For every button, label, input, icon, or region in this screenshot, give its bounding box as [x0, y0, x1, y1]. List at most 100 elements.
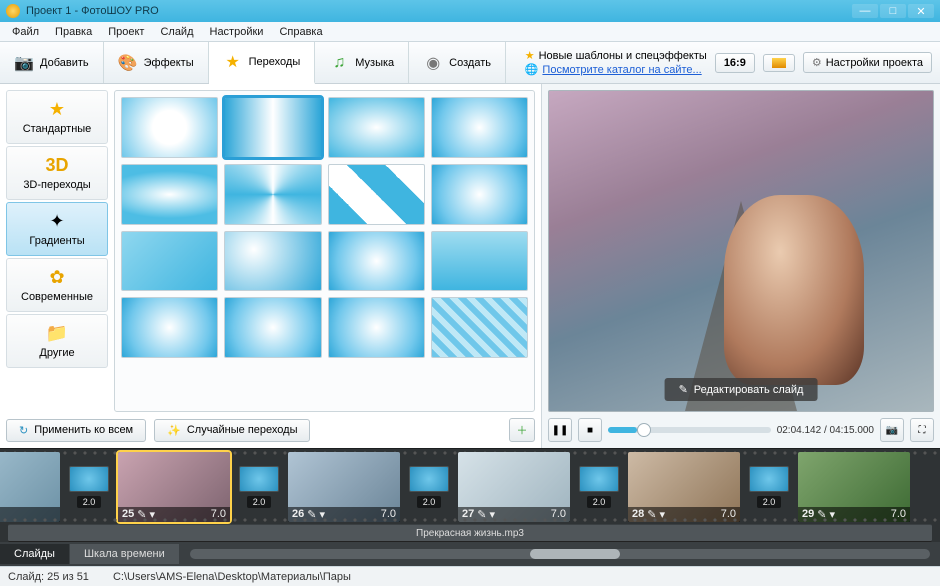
slide-duration: 7.0 — [381, 508, 396, 520]
slide-number: 29 — [802, 508, 814, 520]
transition-grid[interactable] — [114, 90, 535, 412]
timeline-slide[interactable]: 26✎▾7.0 — [288, 452, 400, 522]
aspect-ratio-label: 16:9 — [724, 57, 746, 69]
tab-music[interactable]: ♫ Музыка — [315, 42, 409, 83]
transition-duration: 2.0 — [757, 496, 782, 508]
timeline-slide[interactable]: 27✎▾7.0 — [458, 452, 570, 522]
transition-thumb[interactable] — [121, 297, 218, 358]
progress-knob[interactable] — [637, 423, 651, 437]
preview-viewport[interactable]: ✎ Редактировать слайд — [548, 90, 934, 412]
palette-icon: 🎨 — [118, 53, 138, 73]
tab-add-label: Добавить — [40, 57, 89, 69]
apply-all-button[interactable]: ↻ Применить ко всем — [6, 419, 146, 442]
tab-add[interactable]: 📷 Добавить — [0, 42, 104, 83]
audio-track[interactable]: Прекрасная жизнь.mp3 — [8, 524, 932, 542]
preview-panel: ✎ Редактировать слайд ❚❚ ■ 02:04.142 / 0… — [542, 84, 940, 448]
transition-thumb[interactable] — [431, 97, 528, 158]
maximize-button[interactable]: □ — [880, 4, 906, 18]
category-gradients[interactable]: ✦ Градиенты — [6, 202, 108, 256]
edit-slide-button[interactable]: ✎ Редактировать слайд — [665, 378, 818, 401]
transition-thumb[interactable] — [328, 231, 425, 292]
timeline-slide[interactable]: 25✎▾7.0 — [118, 452, 230, 522]
edit-slide-label: Редактировать слайд — [694, 384, 804, 396]
slide-number: 26 — [292, 508, 304, 520]
menu-settings[interactable]: Настройки — [202, 24, 272, 40]
slide-number: 27 — [462, 508, 474, 520]
tab-slides-mode[interactable]: Слайды — [0, 544, 69, 564]
random-transitions-label: Случайные переходы — [187, 424, 298, 436]
category-3d[interactable]: 3D 3D-переходы — [6, 146, 108, 200]
tab-effects[interactable]: 🎨 Эффекты — [104, 42, 209, 83]
menu-edit[interactable]: Правка — [47, 24, 100, 40]
fullscreen-button[interactable]: ⛶ — [910, 418, 934, 442]
display-mode-button[interactable] — [763, 54, 795, 72]
3d-icon: 3D — [45, 155, 68, 176]
transition-thumb[interactable] — [328, 164, 425, 225]
transition-thumb[interactable] — [121, 97, 218, 158]
player-controls: ❚❚ ■ 02:04.142 / 04:15.000 📷 ⛶ — [548, 412, 934, 442]
timeline-transition[interactable]: 2.0 — [576, 452, 622, 522]
category-list: ★ Стандартные 3D 3D-переходы ✦ Градиенты… — [6, 90, 108, 412]
timeline-transition[interactable]: 2.0 — [746, 452, 792, 522]
transition-thumb[interactable] — [121, 231, 218, 292]
close-button[interactable]: ✕ — [908, 4, 934, 18]
category-standard[interactable]: ★ Стандартные — [6, 90, 108, 144]
transition-thumb[interactable] — [328, 297, 425, 358]
scrollbar-thumb[interactable] — [530, 549, 620, 559]
menu-slide[interactable]: Слайд — [152, 24, 201, 40]
snapshot-button[interactable]: 📷 — [880, 418, 904, 442]
timeline-mode-tabs: Слайды Шкала времени — [0, 542, 940, 566]
timeline-transition[interactable]: 2.0 — [236, 452, 282, 522]
transition-thumb[interactable] — [224, 164, 321, 225]
status-bar: Слайд: 25 из 51 C:\Users\AMS-Elena\Deskt… — [0, 566, 940, 586]
pause-button[interactable]: ❚❚ — [548, 418, 572, 442]
tab-create[interactable]: ◉ Создать — [409, 42, 506, 83]
transition-thumb[interactable] — [224, 297, 321, 358]
category-modern[interactable]: ✿ Современные — [6, 258, 108, 312]
transition-thumb[interactable] — [224, 231, 321, 292]
category-modern-label: Современные — [21, 291, 93, 303]
transition-thumb[interactable] — [431, 164, 528, 225]
transition-thumb[interactable] — [224, 97, 321, 158]
tab-timeline-mode[interactable]: Шкала времени — [70, 544, 179, 564]
timeline-slide[interactable]: 29✎▾7.0 — [798, 452, 910, 522]
tab-effects-label: Эффекты — [144, 57, 194, 69]
filmstrip[interactable]: 7.0 2.0 25✎▾7.0 2.0 26✎▾7.0 2.0 27✎▾7.0 … — [0, 449, 940, 524]
menu-project[interactable]: Проект — [100, 24, 152, 40]
transitions-panel: ★ Стандартные 3D 3D-переходы ✦ Градиенты… — [0, 84, 542, 448]
promo-info: ★Новые шаблоны и спецэффекты 🌐Посмотрите… — [525, 49, 707, 76]
slide-number: 28 — [632, 508, 644, 520]
category-other[interactable]: 📁 Другие — [6, 314, 108, 368]
menu-file[interactable]: Файл — [4, 24, 47, 40]
gradient-icon: ✦ — [49, 211, 64, 232]
minimize-button[interactable]: — — [852, 4, 878, 18]
transition-thumb[interactable] — [431, 297, 528, 358]
timeline-slide[interactable]: 7.0 — [0, 452, 60, 522]
app-icon — [6, 4, 20, 18]
title-bar: Проект 1 - ФотоШОУ PRO — □ ✕ — [0, 0, 940, 22]
stop-button[interactable]: ■ — [578, 418, 602, 442]
slide-number: 25 — [122, 508, 134, 520]
timeline-scrollbar[interactable] — [190, 549, 930, 559]
transition-thumb[interactable] — [328, 97, 425, 158]
gear-icon: ⚙ — [812, 56, 822, 69]
transition-duration: 2.0 — [77, 496, 102, 508]
project-settings-button[interactable]: ⚙ Настройки проекта — [803, 52, 932, 73]
menu-help[interactable]: Справка — [271, 24, 330, 40]
timeline-slide[interactable]: 28✎▾7.0 — [628, 452, 740, 522]
disc-icon: ◉ — [423, 53, 443, 73]
promo-link[interactable]: Посмотрите каталог на сайте... — [542, 64, 701, 76]
transition-thumb[interactable] — [121, 164, 218, 225]
tab-transitions[interactable]: ★ Переходы — [209, 42, 316, 84]
timeline-transition[interactable]: 2.0 — [66, 452, 112, 522]
random-transitions-button[interactable]: ✨ Случайные переходы — [154, 419, 310, 442]
time-display: 02:04.142 / 04:15.000 — [777, 425, 874, 436]
status-path: C:\Users\AMS-Elena\Desktop\Материалы\Пар… — [113, 571, 351, 583]
transition-thumb[interactable] — [431, 231, 528, 292]
aspect-ratio-button[interactable]: 16:9 — [715, 53, 755, 73]
progress-bar[interactable] — [608, 427, 771, 433]
category-gradients-label: Градиенты — [29, 235, 84, 247]
add-transition-button[interactable]: ＋ — [509, 418, 535, 442]
timeline-transition[interactable]: 2.0 — [406, 452, 452, 522]
music-icon: ♫ — [329, 53, 349, 73]
